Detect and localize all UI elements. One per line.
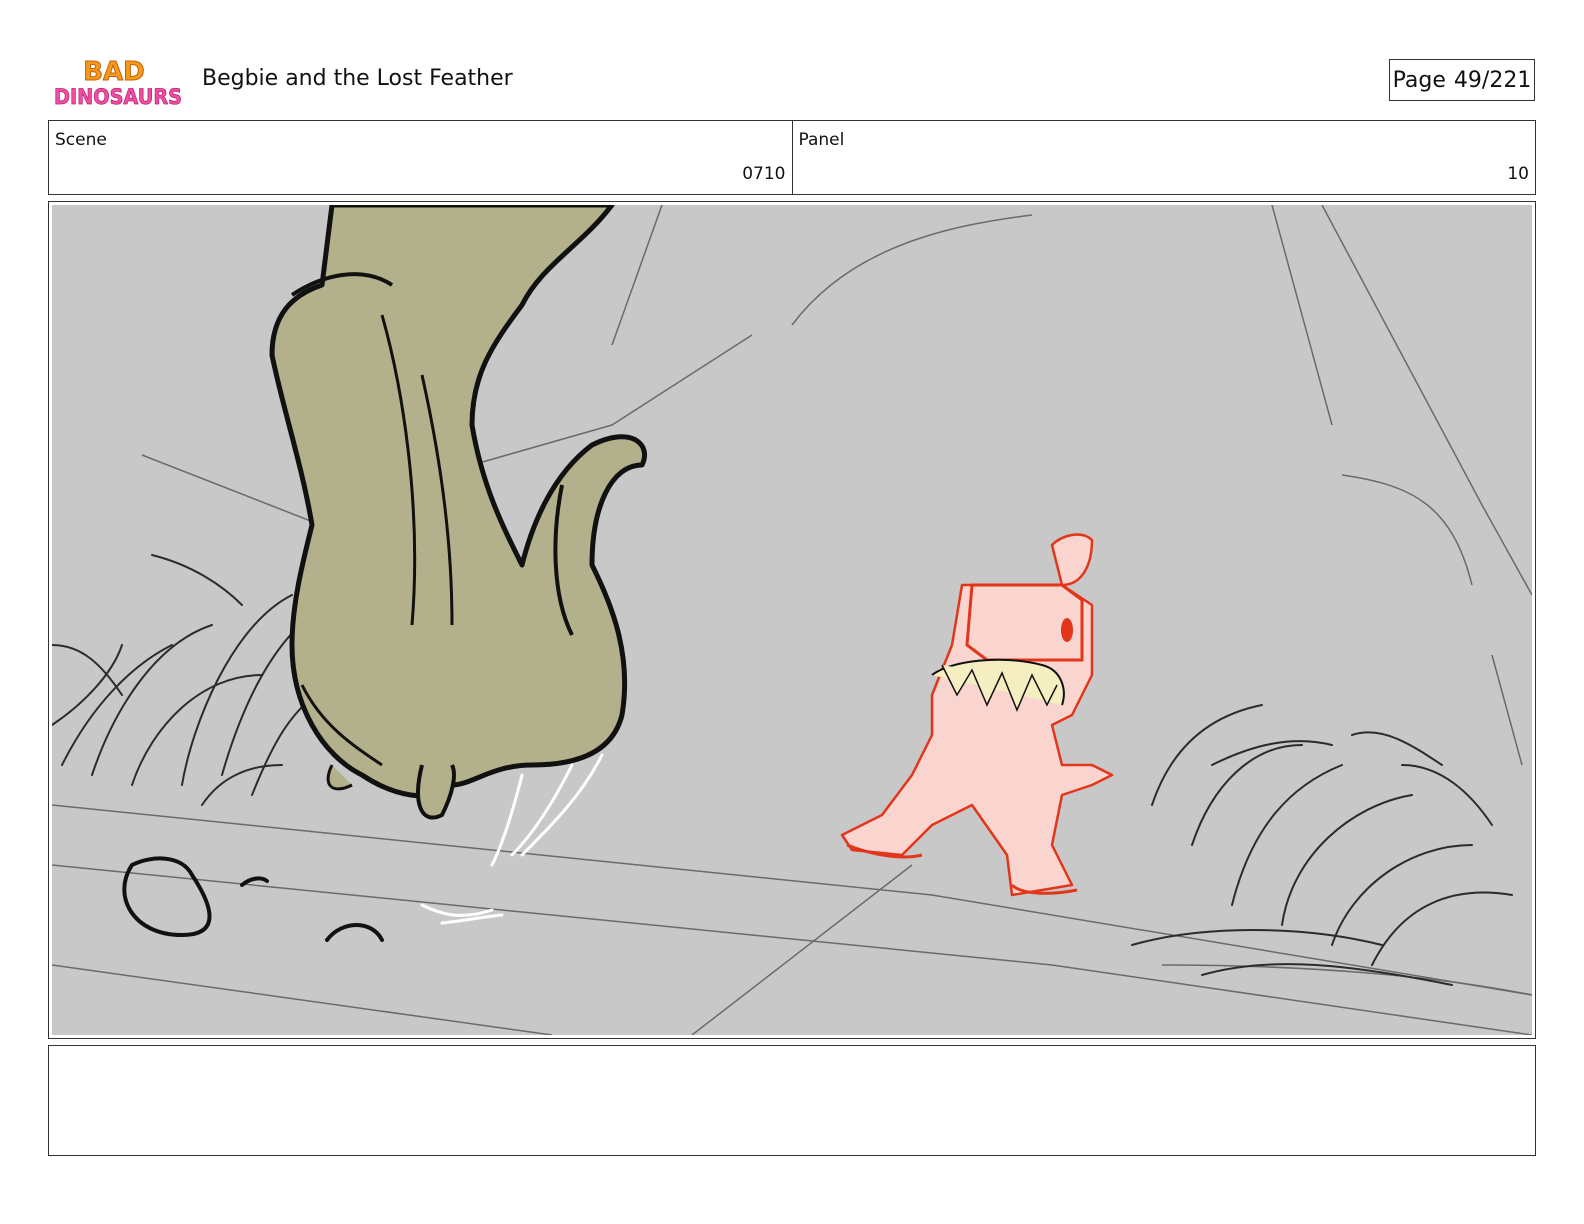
logo-text-bad: BAD xyxy=(83,57,145,87)
scene-value: 0710 xyxy=(742,164,786,184)
page-number: 49/221 xyxy=(1453,67,1532,93)
logo-text-dinosaurs: DINOSAURS xyxy=(54,85,182,109)
bad-dinosaurs-logo: BAD DINOSAURS xyxy=(52,54,184,112)
scene-label: Scene xyxy=(55,130,107,150)
storyboard-frame xyxy=(48,201,1536,1039)
panel-label: Panel xyxy=(798,130,845,150)
page-indicator: Page 49/221 xyxy=(1389,59,1535,101)
eye xyxy=(1061,618,1073,642)
storyboard-drawing xyxy=(52,205,1532,1035)
notes-box xyxy=(48,1045,1536,1156)
scene-panel-info: Scene 0710 Panel 10 xyxy=(48,120,1536,195)
scene-cell: Scene 0710 xyxy=(49,121,792,194)
document-title: Begbie and the Lost Feather xyxy=(202,66,513,91)
panel-cell: Panel 10 xyxy=(791,121,1536,194)
panel-value: 10 xyxy=(1507,164,1529,184)
page-label: Page xyxy=(1392,67,1446,93)
